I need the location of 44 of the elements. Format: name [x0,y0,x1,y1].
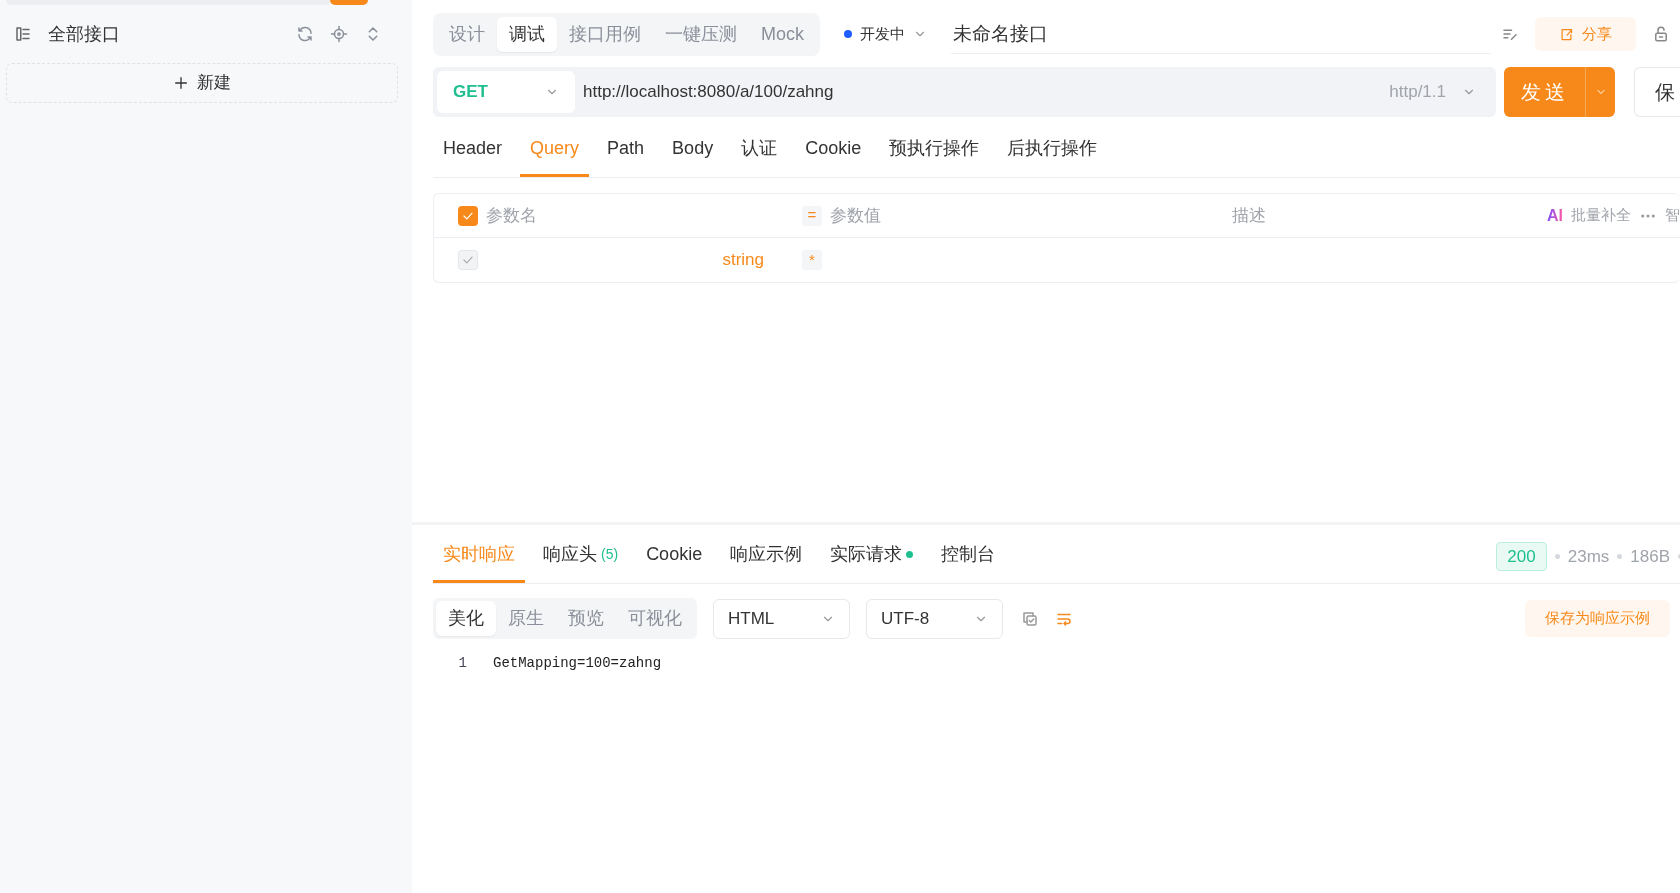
response-size: 186B [1630,545,1670,568]
search-field[interactable] [6,0,331,5]
response-tab[interactable]: 控制台 [931,535,1006,583]
response-tab[interactable]: 响应头 (5) [533,535,629,583]
response-tab[interactable]: 实际请求 [820,535,924,583]
request-tab[interactable]: Cookie [795,129,872,177]
line-number: 1 [457,654,468,673]
request-tab[interactable]: 认证 [731,129,788,177]
response-tab[interactable]: Cookie [636,535,713,583]
save-button[interactable]: 保 [1634,67,1680,117]
request-tab[interactable]: Header [433,129,513,177]
url-field[interactable]: http://localhost:8080/a/100/zahng [583,79,834,105]
checkbox[interactable] [458,205,478,226]
locate-icon[interactable] [330,25,348,43]
response-tab[interactable]: 响应示例 [720,535,813,583]
column-header: 描述 [1232,204,1266,227]
format-select[interactable]: HTML [713,598,850,639]
status-code: 200 [1496,541,1547,571]
response-time: 23ms [1567,545,1610,568]
lock-icon[interactable] [1652,25,1670,43]
required-mark: * [802,250,822,270]
view-mode-tab[interactable]: 美化 [436,601,496,636]
add-button[interactable] [330,0,368,5]
bulk-fill-button[interactable]: AI 批量补全 [1547,203,1631,228]
request-tab[interactable]: Body [662,129,724,177]
type-label: string [722,249,764,272]
list-icon [14,25,32,43]
new-button[interactable]: 新建 [6,63,398,103]
copy-icon[interactable] [1021,609,1039,628]
share-icon [1559,26,1574,42]
sidebar-title: 全部接口 [48,22,120,46]
column-header: 参数值 [830,204,881,227]
mode-tab[interactable]: 调试 [497,16,557,52]
environment-selector[interactable]: 开发中 [844,22,927,46]
request-tab[interactable]: Path [597,129,655,177]
column-header: 参数名 [486,204,537,227]
status-dot [844,30,852,38]
plus-icon [173,75,189,91]
operator-tag: = [802,205,822,226]
encoding-select[interactable]: UTF-8 [866,598,1003,639]
request-tab[interactable]: 预执行操作 [879,129,990,177]
request-tab[interactable]: 后执行操作 [997,129,1108,177]
code-line: GetMapping=100=zahng [493,654,662,673]
refresh-icon[interactable] [296,25,314,43]
